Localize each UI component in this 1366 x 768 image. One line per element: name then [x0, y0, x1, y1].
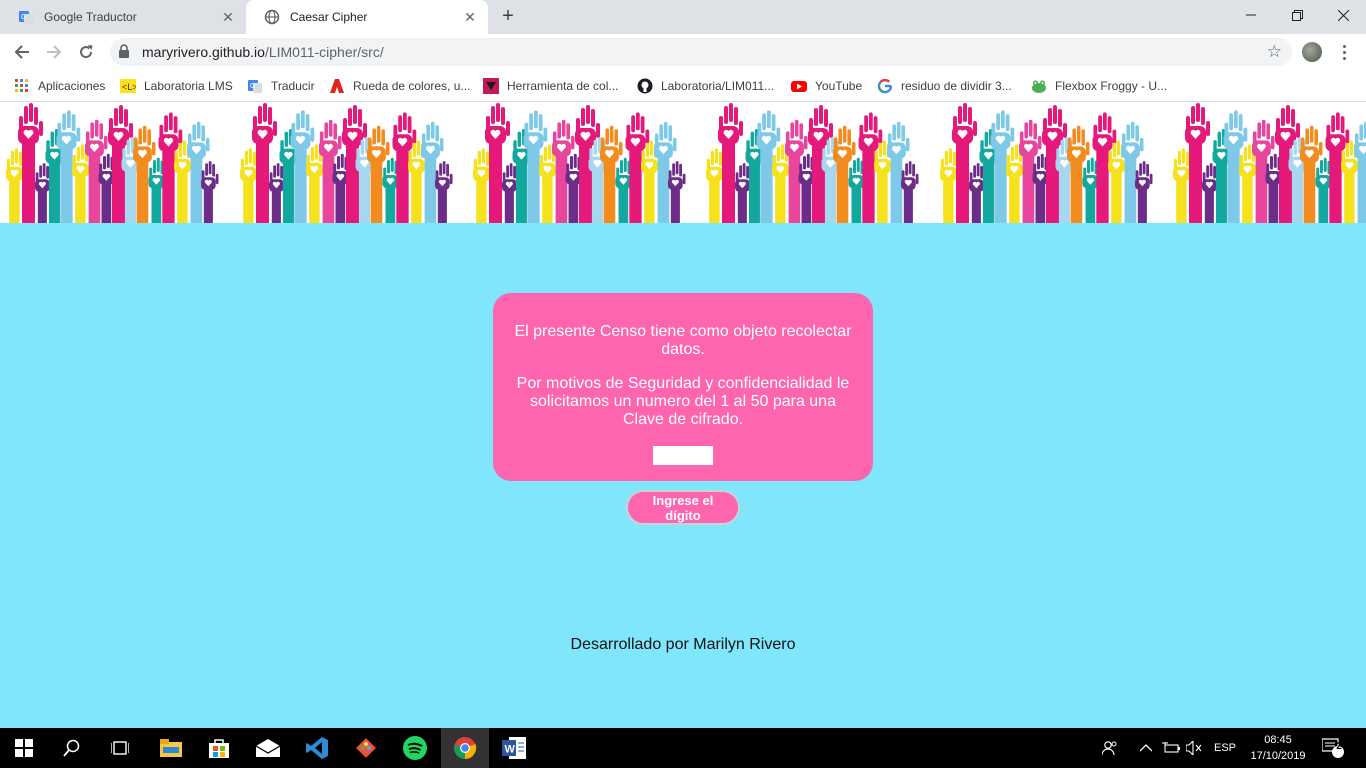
adobe-icon — [329, 78, 345, 94]
url-host: maryrivero.github.io — [142, 44, 265, 60]
task-view-icon[interactable] — [96, 728, 144, 768]
battery-icon[interactable] — [1162, 728, 1180, 768]
close-window-button[interactable] — [1320, 0, 1366, 30]
google-translate-icon: G — [18, 9, 34, 25]
profile-avatar[interactable] — [1302, 42, 1322, 62]
bookmark-herramienta-de-color[interactable]: Herramienta de col... — [483, 77, 618, 95]
footer-credit: Desarrollado por Marilyn Rivero — [570, 636, 796, 653]
bookmark-label: Traducir — [271, 79, 315, 93]
bookmark-label: Herramienta de col... — [507, 79, 619, 93]
chevron-up-icon[interactable] — [1140, 728, 1152, 768]
tab-title: Caesar Cipher — [290, 10, 368, 24]
svg-text:W: W — [505, 744, 516, 756]
lock-icon — [118, 44, 130, 64]
hand-shape — [201, 161, 219, 223]
file-explorer-icon[interactable] — [147, 728, 195, 768]
svg-text:<L>: <L> — [122, 82, 136, 92]
tab-google-translate[interactable]: G Google Traductor ✕ — [0, 0, 246, 34]
color-tool-icon — [483, 78, 499, 94]
browser-toolbar: maryrivero.github.io/LIM011-cipher/src/ … — [0, 34, 1366, 70]
clock[interactable]: 08:45 17/10/2019 — [1246, 732, 1310, 764]
submit-digit-button[interactable]: Ingrese el dígito — [626, 490, 740, 525]
google-translate-icon: G — [247, 78, 263, 94]
hand-shape — [1354, 121, 1366, 223]
close-icon[interactable]: ✕ — [462, 9, 478, 25]
raised-hands-banner — [0, 102, 1366, 223]
bookmark-label: YouTube — [815, 79, 863, 93]
notification-count: 2 — [1336, 741, 1342, 752]
forward-arrow-icon[interactable] — [42, 40, 66, 64]
tab-title: Google Traductor — [44, 10, 137, 24]
bookmark-label: Laboratoria/LIM011... — [661, 79, 775, 93]
cipher-key-input[interactable] — [653, 446, 713, 465]
tab-strip: G Google Traductor ✕ Caesar Cipher ✕ + — [0, 0, 1366, 34]
intro-text: El presente Censo tiene como objeto reco… — [514, 323, 852, 358]
spotify-icon[interactable] — [391, 728, 439, 768]
address-bar[interactable]: maryrivero.github.io/LIM011-cipher/src/ … — [110, 38, 1292, 66]
mail-icon[interactable] — [244, 728, 292, 768]
laboratoria-icon: <L> — [120, 78, 136, 94]
bookmark-laboratoria-github[interactable]: Laboratoria/LIM011... — [637, 77, 774, 95]
frog-icon — [1031, 78, 1047, 94]
tab-caesar-cipher[interactable]: Caesar Cipher ✕ — [246, 0, 488, 34]
word-icon[interactable]: W — [490, 728, 538, 768]
census-card: El presente Censo tiene como objeto reco… — [493, 293, 873, 481]
bookmark-rueda-de-colores[interactable]: Rueda de colores, u... — [329, 77, 470, 95]
bookmark-traducir[interactable]: G Traducir — [247, 77, 315, 95]
windows-start-icon[interactable] — [0, 728, 48, 768]
new-tab-button[interactable]: + — [498, 6, 518, 27]
bookmarks-bar: Aplicaciones <L> Laboratoria LMS G Tradu… — [0, 70, 1366, 102]
hand-shape — [668, 161, 686, 223]
notifications-icon[interactable]: 2 — [1322, 728, 1344, 768]
page-body: El presente Censo tiene como objeto reco… — [0, 102, 1366, 728]
people-icon[interactable] — [1102, 728, 1118, 768]
globe-icon — [264, 9, 280, 25]
svg-text:G: G — [21, 14, 26, 21]
bookmark-label: Flexbox Froggy - U... — [1055, 79, 1168, 93]
clock-time: 08:45 — [1264, 734, 1292, 746]
url-path: /LIM011-cipher/src/ — [264, 44, 384, 60]
google-icon — [877, 78, 893, 94]
bookmark-residuo-de-dividir[interactable]: residuo de dividir 3... — [877, 77, 1012, 95]
menu-dots-icon[interactable] — [1336, 42, 1352, 62]
language-indicator[interactable]: ESP — [1214, 728, 1236, 768]
github-icon — [637, 78, 653, 94]
reload-icon[interactable] — [74, 40, 98, 64]
key-request-text: Por motivos de Seguridad y confidenciali… — [516, 375, 850, 428]
bookmark-flexbox-froggy[interactable]: Flexbox Froggy - U... — [1031, 77, 1167, 95]
close-icon[interactable]: ✕ — [220, 9, 236, 25]
bookmark-label: Laboratoria LMS — [144, 79, 233, 93]
bookmark-label: residuo de dividir 3... — [901, 79, 1012, 93]
back-arrow-icon[interactable] — [10, 40, 34, 64]
apps-grid-icon — [14, 78, 30, 94]
svg-text:G: G — [250, 83, 255, 90]
bookmark-aplicaciones[interactable]: Aplicaciones — [14, 77, 105, 95]
hand-shape — [901, 161, 919, 223]
minimize-button[interactable] — [1228, 0, 1274, 30]
bookmark-youtube[interactable]: YouTube — [791, 77, 862, 95]
bookmark-star-icon[interactable]: ☆ — [1267, 42, 1282, 62]
hand-shape — [435, 161, 453, 223]
url-text: maryrivero.github.io/LIM011-cipher/src/ — [142, 44, 384, 60]
raised-hands-illustration — [6, 103, 1366, 223]
youtube-icon — [791, 78, 807, 94]
bookmark-label: Rueda de colores, u... — [353, 79, 471, 93]
clock-date: 17/10/2019 — [1250, 750, 1306, 762]
restore-button[interactable] — [1274, 0, 1320, 30]
store-icon[interactable] — [195, 728, 243, 768]
bookmark-label: Aplicaciones — [38, 79, 106, 93]
bookmark-laboratoria-lms[interactable]: <L> Laboratoria LMS — [120, 77, 233, 95]
search-icon[interactable] — [48, 728, 96, 768]
vscode-icon[interactable] — [293, 728, 341, 768]
volume-muted-icon[interactable] — [1186, 728, 1202, 768]
windows-taskbar: W ESP 08:45 17/10/2019 2 — [0, 728, 1366, 768]
chrome-icon[interactable] — [441, 728, 489, 768]
hand-shape — [1135, 161, 1153, 223]
git-kraken-icon[interactable] — [342, 728, 390, 768]
